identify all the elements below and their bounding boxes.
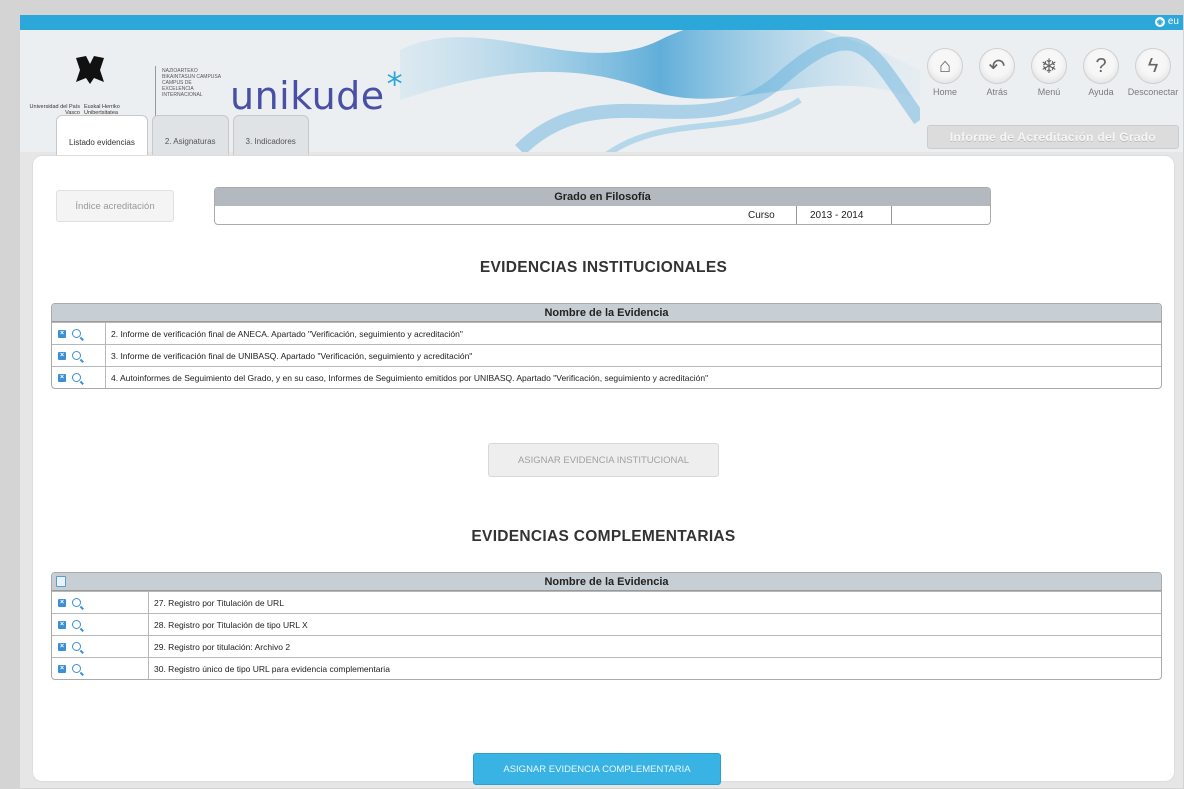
search-icon[interactable] bbox=[72, 373, 81, 382]
document-icon[interactable] bbox=[56, 576, 66, 587]
complementarias-header: Nombre de la Evidencia bbox=[52, 573, 1161, 591]
table-row: × 28. Registro por Titulación de tipo UR… bbox=[52, 613, 1161, 635]
table-row: × 2. Informe de verificación final de AN… bbox=[52, 322, 1161, 344]
evidence-name: 2. Informe de verificación final de ANEC… bbox=[105, 323, 463, 344]
logo-divider bbox=[155, 66, 156, 116]
accreditation-report-button[interactable]: Informe de Acreditación del Grado bbox=[927, 125, 1179, 149]
asignar-evidencia-complementaria-button[interactable]: ASIGNAR EVIDENCIA COMPLEMENTARIA bbox=[473, 753, 721, 785]
home-label: Home bbox=[932, 87, 957, 97]
tab-indicadores[interactable]: 3. Indicadores bbox=[232, 115, 309, 155]
home-button[interactable]: ⌂ Home bbox=[919, 48, 971, 97]
grado-title: Grado en Filosofía bbox=[215, 188, 990, 206]
nav-icons: ⌂ Home ↶ Atrás ❄ Menú ? Ayuda ϟ Desconec… bbox=[919, 48, 1179, 97]
language-switch[interactable]: ◉ eu bbox=[1154, 16, 1179, 27]
disconnect-label: Desconectar bbox=[1127, 87, 1179, 97]
complementarias-header-label: Nombre de la Evidencia bbox=[544, 576, 669, 588]
language-label: eu bbox=[1167, 16, 1179, 27]
curso-separator bbox=[796, 206, 797, 224]
complementarias-table: Nombre de la Evidencia × 27. Registro po… bbox=[51, 572, 1162, 680]
smoke-banner-image bbox=[400, 30, 920, 152]
search-icon[interactable] bbox=[72, 329, 81, 338]
disconnect-button[interactable]: ϟ Desconectar bbox=[1127, 48, 1179, 97]
tab-listado-evidencias[interactable]: Listado evidencias bbox=[56, 115, 148, 157]
complementarias-title: EVIDENCIAS COMPLEMENTARIAS bbox=[471, 528, 736, 545]
asterisk-icon: * bbox=[386, 65, 404, 103]
evidence-name: 29. Registro por titulación: Archivo 2 bbox=[148, 636, 290, 657]
home-icon: ⌂ bbox=[927, 48, 963, 84]
delete-icon[interactable]: × bbox=[58, 329, 66, 338]
campus-logo-text: NAZIOARTEKO BIKAINTASUN CAMPUSA CAMPUS D… bbox=[162, 68, 221, 98]
back-icon: ↶ bbox=[979, 48, 1015, 84]
table-row: × 3. Informe de verificación final de UN… bbox=[52, 344, 1161, 366]
curso-label: Curso bbox=[748, 210, 775, 221]
grado-info-box: Grado en Filosofía Curso 2013 - 2014 bbox=[214, 187, 991, 225]
delete-icon[interactable]: × bbox=[58, 620, 66, 629]
delete-icon[interactable]: × bbox=[58, 642, 66, 651]
curso-row: Curso 2013 - 2014 bbox=[215, 206, 990, 224]
curso-value: 2013 - 2014 bbox=[810, 210, 864, 221]
institucionales-header: Nombre de la Evidencia bbox=[52, 304, 1161, 322]
upv-emblem-icon bbox=[76, 56, 104, 84]
delete-icon[interactable]: × bbox=[58, 373, 66, 382]
help-button[interactable]: ? Ayuda bbox=[1075, 48, 1127, 97]
top-bar: ◉ eu bbox=[20, 15, 1183, 30]
delete-icon[interactable]: × bbox=[58, 598, 66, 607]
disconnect-icon: ϟ bbox=[1135, 48, 1171, 84]
search-icon[interactable] bbox=[72, 620, 81, 629]
evidence-name: 28. Registro por Titulación de tipo URL … bbox=[148, 614, 308, 635]
app-window: ◉ eu Universidad del País Vasco Euskal H… bbox=[20, 15, 1183, 788]
table-row: × 27. Registro por Titulación de URL bbox=[52, 591, 1161, 613]
help-icon: ? bbox=[1083, 48, 1119, 84]
table-row: × 30. Registro único de tipo URL para ev… bbox=[52, 657, 1161, 679]
table-row: × 29. Registro por titulación: Archivo 2 bbox=[52, 635, 1161, 657]
search-icon[interactable] bbox=[72, 664, 81, 673]
help-label: Ayuda bbox=[1088, 87, 1114, 97]
globe-icon: ◉ bbox=[1154, 16, 1165, 27]
curso-separator-end bbox=[891, 206, 892, 224]
search-icon[interactable] bbox=[72, 351, 81, 360]
asignar-evidencia-institucional-button[interactable]: ASIGNAR EVIDENCIA INSTITUCIONAL bbox=[488, 443, 719, 477]
evidence-name: 30. Registro único de tipo URL para evid… bbox=[148, 658, 390, 679]
tab-asignaturas[interactable]: 2. Asignaturas bbox=[151, 115, 229, 155]
menu-label: Menú bbox=[1037, 87, 1061, 97]
search-icon[interactable] bbox=[72, 598, 81, 607]
evidence-name: 4. Autoinformes de Seguimiento del Grado… bbox=[105, 367, 708, 388]
unikude-logo: unikude* bbox=[230, 65, 404, 118]
tab-bar: Listado evidencias 2. Asignaturas 3. Ind… bbox=[56, 115, 309, 157]
table-row: × 4. Autoinformes de Seguimiento del Gra… bbox=[52, 366, 1161, 388]
back-button[interactable]: ↶ Atrás bbox=[971, 48, 1023, 97]
menu-button[interactable]: ❄ Menú bbox=[1023, 48, 1075, 97]
indice-acreditacion-button[interactable]: Índice acreditación bbox=[56, 190, 174, 222]
institucionales-table: Nombre de la Evidencia × 2. Informe de v… bbox=[51, 303, 1162, 389]
search-icon[interactable] bbox=[72, 642, 81, 651]
main-content: Índice acreditación Grado en Filosofía C… bbox=[32, 155, 1175, 785]
evidence-name: 3. Informe de verificación final de UNIB… bbox=[105, 345, 472, 366]
institucionales-title: EVIDENCIAS INSTITUCIONALES bbox=[479, 259, 728, 276]
back-label: Atrás bbox=[986, 87, 1008, 97]
evidence-name: 27. Registro por Titulación de URL bbox=[148, 592, 284, 613]
delete-icon[interactable]: × bbox=[58, 351, 66, 360]
menu-icon: ❄ bbox=[1031, 48, 1067, 84]
delete-icon[interactable]: × bbox=[58, 664, 66, 673]
